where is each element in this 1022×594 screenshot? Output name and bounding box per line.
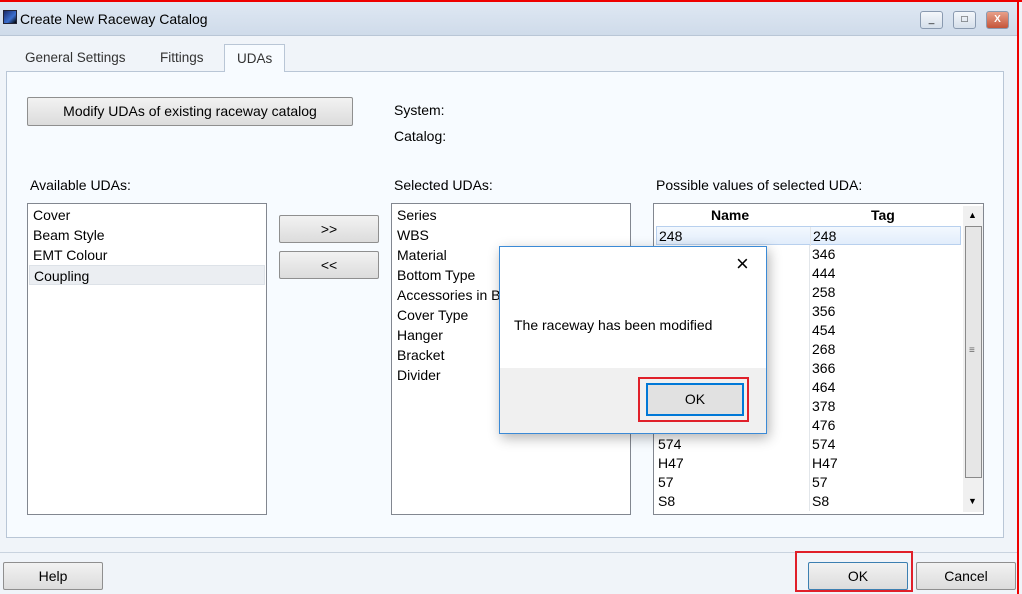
app-icon [3,10,17,24]
tab-fittings[interactable]: Fittings [148,44,216,71]
column-header-tag[interactable]: Tag [871,207,895,223]
cell-name: 57 [658,474,674,490]
grip-icon: ≡ [969,345,975,356]
list-item[interactable]: Cover [29,205,265,225]
window-title: Create New Raceway Catalog [20,11,208,27]
cell-name: S8 [658,493,676,509]
cell-tag: 464 [812,379,836,395]
available-udas-label: Available UDAs: [30,177,131,193]
scroll-thumb[interactable]: ≡ [965,226,982,478]
column-separator [809,359,810,378]
catalog-label: Catalog: [394,128,447,144]
column-separator [809,283,810,302]
cell-tag: 444 [812,265,836,281]
vertical-scrollbar[interactable]: ▲ ≡ ▼ [963,206,983,512]
column-separator [809,397,810,416]
cell-tag: 378 [812,398,836,414]
list-item[interactable]: EMT Colour [29,245,265,265]
possible-values-label: Possible values of selected UDA: [656,177,863,193]
cell-tag: 574 [812,436,836,452]
table-row[interactable]: S8 S8 [656,492,961,511]
highlight-line [1017,0,1019,594]
column-separator [809,264,810,283]
close-button[interactable]: X [986,11,1009,29]
available-udas-list[interactable]: Cover Beam Style EMT Colour Coupling [27,203,267,515]
cell-tag: 454 [812,322,836,338]
column-separator [809,473,810,492]
cancel-button[interactable]: Cancel [916,562,1016,590]
scroll-up-icon[interactable]: ▲ [968,210,977,220]
cell-tag: 57 [812,474,828,490]
column-separator [809,321,810,340]
cell-tag: 268 [812,341,836,357]
column-separator [809,416,810,435]
minimize-button[interactable]: _ [920,11,943,29]
ok-button[interactable]: OK [808,562,908,590]
list-item[interactable]: Series [393,205,629,225]
column-separator [809,340,810,359]
cell-tag: S8 [812,493,830,509]
tab-general-settings[interactable]: General Settings [13,44,138,71]
column-separator [809,492,810,511]
tab-udas[interactable]: UDAs [224,44,286,72]
cell-tag: H47 [812,455,838,471]
table-row[interactable]: H47 H47 [656,454,961,473]
dialog-footer: OK [500,368,766,433]
dialog-ok-button[interactable]: OK [646,383,744,416]
cell-tag: 366 [812,360,836,376]
list-item-selected[interactable]: Coupling [29,265,265,285]
help-button[interactable]: Help [3,562,103,590]
table-row[interactable]: 57 57 [656,473,961,492]
column-separator [809,454,810,473]
column-separator [809,435,810,454]
maximize-button[interactable]: □ [953,11,976,29]
list-item[interactable]: Beam Style [29,225,265,245]
grid-header: Name Tag [654,204,962,226]
cell-name: 574 [658,436,682,452]
column-header-name[interactable]: Name [711,207,749,223]
cell-name: 248 [659,228,683,244]
table-row-selected[interactable]: 248 248 [656,226,961,246]
modify-udas-button[interactable]: Modify UDAs of existing raceway catalog [27,97,353,126]
dialog-close-icon[interactable]: × [736,251,749,277]
cell-tag: 356 [812,303,836,319]
title-bar: Create New Raceway Catalog _ □ X [0,2,1017,36]
scroll-down-icon[interactable]: ▼ [968,496,977,506]
dialog-message: The raceway has been modified [514,317,713,333]
column-separator [809,245,810,264]
column-separator [809,378,810,397]
cell-tag: 248 [813,228,837,244]
message-dialog: × The raceway has been modified OK [499,246,767,434]
system-label: System: [394,102,445,118]
cell-tag: 346 [812,246,836,262]
list-item[interactable]: WBS [393,225,629,245]
column-separator [810,227,811,246]
selected-udas-label: Selected UDAs: [394,177,493,193]
cell-tag: 258 [812,284,836,300]
remove-uda-button[interactable]: << [279,251,379,279]
add-uda-button[interactable]: >> [279,215,379,243]
column-separator [809,302,810,321]
cell-name: H47 [658,455,684,471]
table-row[interactable]: 574 574 [656,435,961,454]
cell-tag: 476 [812,417,836,433]
